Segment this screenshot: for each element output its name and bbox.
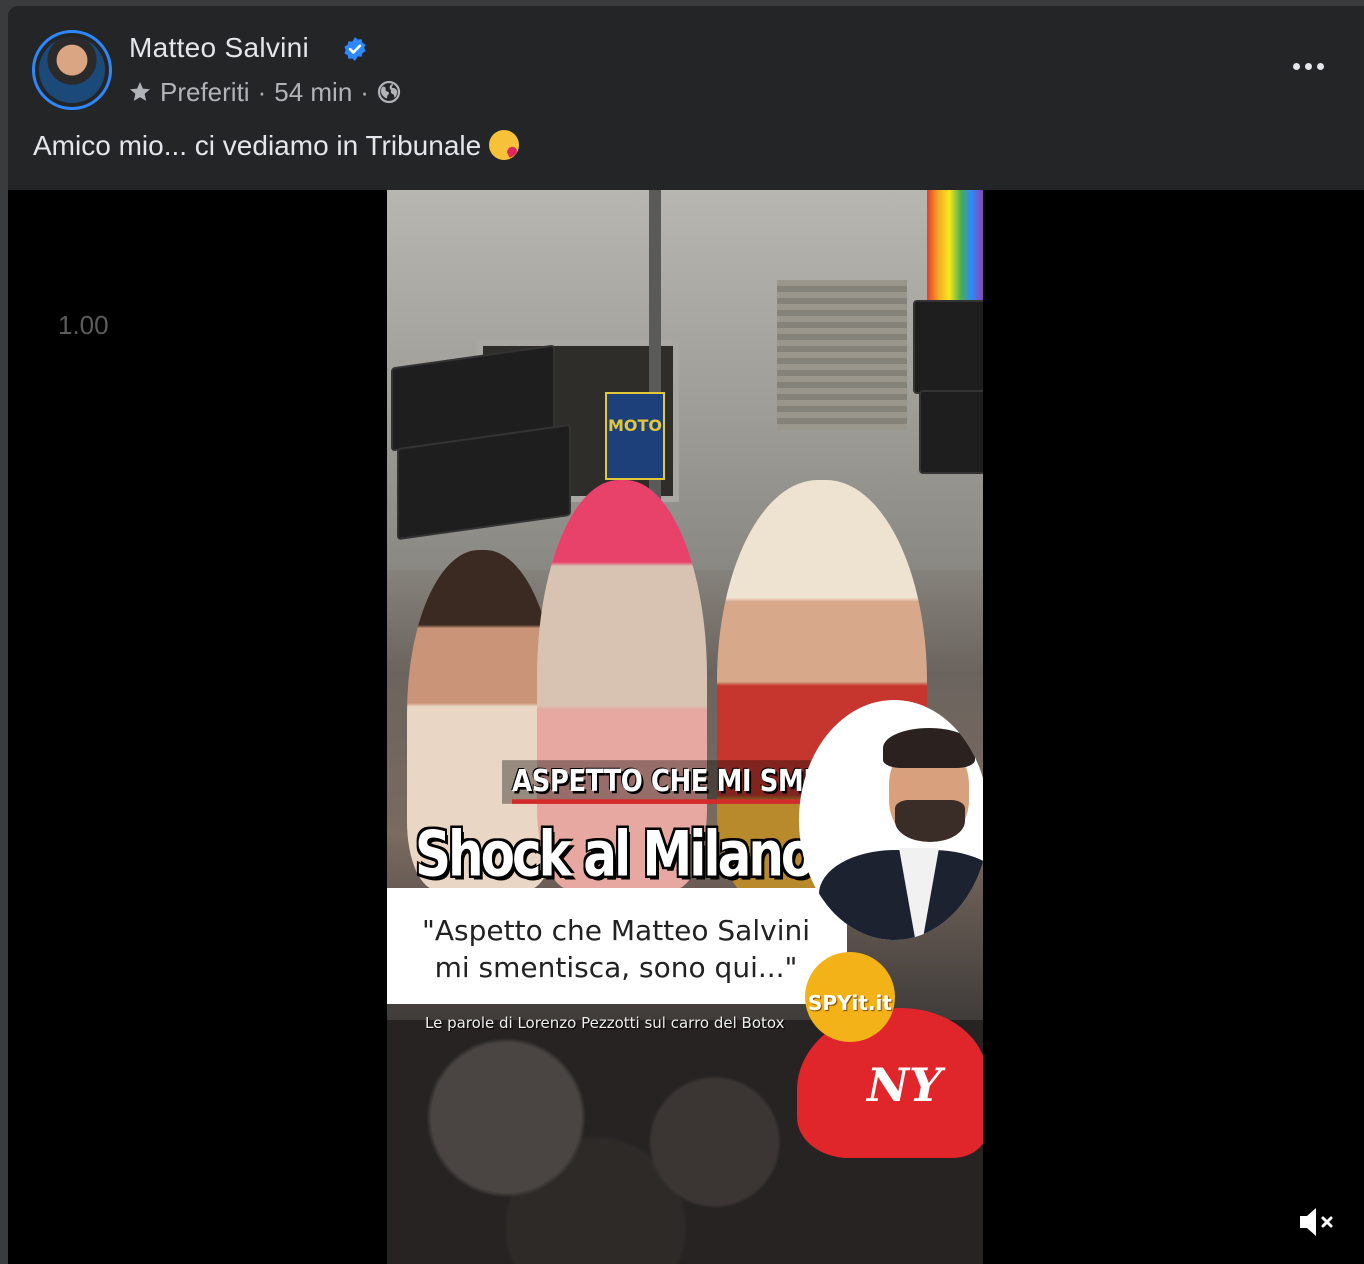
muted-speaker-icon[interactable] — [1294, 1200, 1338, 1244]
portrait-beard — [895, 800, 965, 842]
street-sign: MOTO — [605, 392, 665, 480]
speaker-right-bottom — [919, 390, 983, 474]
caption-text: Amico mio... ci vediamo in Tribunale — [33, 130, 482, 161]
quote-line-2: mi smentisca, sono qui..." — [434, 951, 798, 984]
overlay-credit: Le parole di Lorenzo Pezzotti sul carro … — [425, 1014, 785, 1032]
portrait-circle — [799, 700, 983, 940]
audience-label[interactable]: Preferiti — [160, 77, 250, 108]
post-caption: Amico mio... ci vediamo in Tribunale — [33, 130, 520, 162]
post-card: Matteo Salvini Preferiti · 54 min · Amic… — [8, 6, 1364, 1264]
quote-line-1: "Aspetto che Matteo Salvini — [422, 914, 810, 947]
window-shutter — [777, 280, 907, 430]
meta-separator-2: · — [360, 76, 369, 107]
star-icon — [130, 82, 150, 101]
kissing-face-emoji-icon — [489, 130, 520, 160]
post-header: Matteo Salvini Preferiti · 54 min · Amic… — [8, 6, 1364, 190]
playback-speed[interactable]: 1.00 — [58, 310, 109, 341]
avatar-image — [39, 37, 105, 103]
post-meta: Preferiti · 54 min · — [128, 76, 401, 108]
more-dot — [1292, 62, 1300, 70]
globe-icon[interactable] — [377, 80, 401, 104]
author-name[interactable]: Matteo Salvini — [129, 32, 309, 64]
verified-badge-icon — [344, 37, 366, 61]
portrait-hair — [883, 728, 975, 768]
cap-logo: NY — [867, 1058, 942, 1112]
video-frame[interactable]: MOTO NY ASPETTO CHE MI SMENTISCA Shock a… — [387, 190, 983, 1264]
more-options-icon[interactable] — [1286, 52, 1330, 80]
spyit-logo-text: SPYit.it — [808, 991, 892, 1015]
video-player[interactable]: 1.00 MOTO NY ASPETTO CHE MI SMENTISCA Sh… — [8, 190, 1364, 1264]
more-dot — [1304, 62, 1312, 70]
rainbow-flag — [927, 190, 983, 300]
more-dot — [1316, 62, 1324, 70]
speaker-right-top — [913, 300, 983, 394]
meta-separator: · — [257, 76, 267, 107]
post-time[interactable]: 54 min — [274, 77, 352, 108]
spyit-logo: SPYit.it — [805, 952, 895, 1042]
portrait-suit — [819, 850, 983, 940]
sign-text: MOTO — [607, 416, 663, 435]
overlay-quote: "Aspetto che Matteo Salvini mi smentisca… — [387, 912, 845, 986]
author-avatar[interactable] — [32, 30, 112, 110]
